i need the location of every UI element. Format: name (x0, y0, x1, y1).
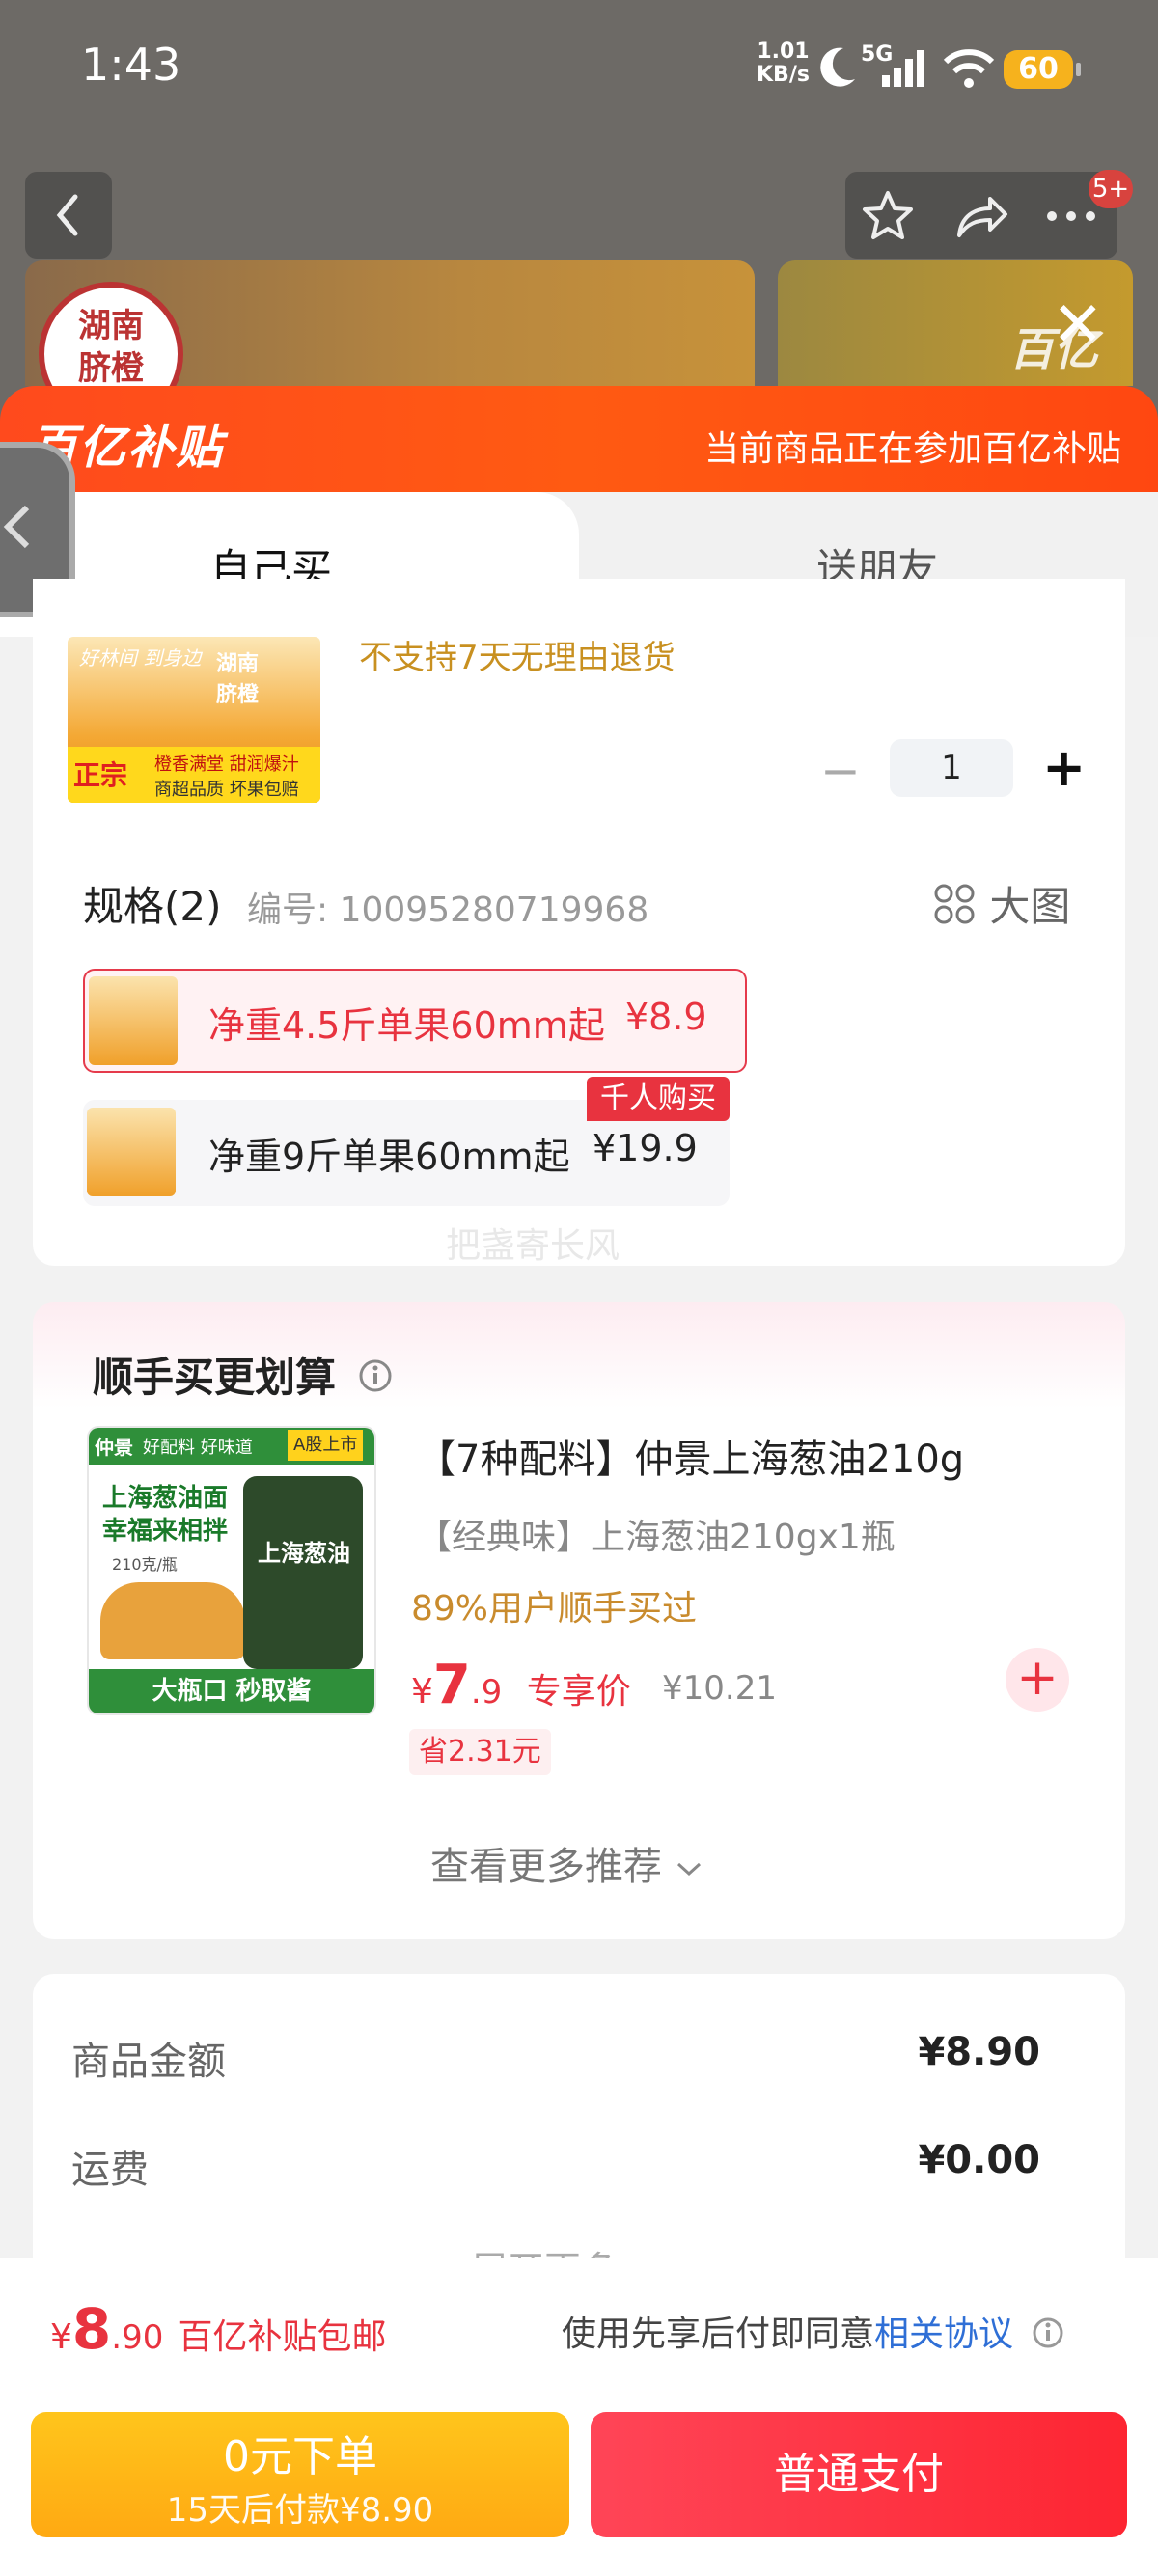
chevron-left-icon (56, 194, 78, 236)
see-more-recommendations[interactable]: 查看更多推荐 (430, 1835, 703, 1891)
thumb-slogan: 好林间 到身边 (79, 646, 202, 670)
shipping-label: 运费 (71, 2148, 149, 2192)
seal-line-2: 脐橙 (78, 349, 144, 388)
price-label: 专享价 (526, 1672, 631, 1712)
upsell-img-jar-label: 上海葱油 (258, 1540, 350, 1567)
upsell-img-listed: A股上市 (288, 1430, 364, 1461)
price-integer: 8 (71, 2296, 112, 2362)
upsell-original-price: ¥10.21 (662, 1669, 777, 1708)
price-symbol: ¥ (411, 1672, 433, 1712)
zero-down-order-button[interactable]: 0元下单 15天后付款¥8.90 (31, 2412, 569, 2537)
spec-option-4-5jin[interactable]: 净重4.5斤单果60mm起 ¥8.9 (83, 969, 747, 1073)
price-decimal: .9 (470, 1673, 503, 1712)
spec-title: 规格(2) (83, 883, 222, 930)
upsell-product-name[interactable]: 【7种配料】仲景上海葱油210g (417, 1428, 964, 1484)
moon-icon (820, 47, 855, 87)
grid-icon (934, 884, 975, 924)
upsell-img-brand: 仲景 (95, 1436, 133, 1459)
upsell-img-slogan: 好配料 好味道 (143, 1438, 253, 1458)
star-icon[interactable] (859, 187, 917, 245)
speed-unit: KB/s (757, 63, 810, 87)
quantity-input[interactable]: 1 (890, 739, 1013, 797)
signal-icon (882, 50, 924, 87)
big-image-button[interactable]: 大图 (932, 874, 1070, 933)
option-price: ¥19.9 (593, 1127, 698, 1169)
chevron-down-icon (676, 1862, 701, 1877)
footer-total-price: ¥8.90 百亿补贴包邮 (50, 2296, 386, 2362)
goods-amount-label: 商品金额 (71, 2040, 226, 2084)
bnpl-agreement: 使用先享后付即同意相关协议 (562, 2306, 1066, 2356)
normal-pay-label: 普通支付 (774, 2450, 944, 2499)
status-bar: 1:43 1.01 KB/s 5G 60 (0, 0, 1158, 135)
shipping-value: ¥0.00 (918, 2138, 1040, 2182)
upsell-product-desc: 【经典味】上海葱油210gx1瓶 (417, 1518, 896, 1557)
close-icon[interactable]: ✕ (1052, 289, 1104, 361)
goods-amount-value: ¥8.90 (918, 2030, 1040, 2074)
network-speed: 1.01 KB/s (757, 41, 810, 87)
share-icon[interactable] (951, 187, 1009, 245)
upsell-img-text: 上海葱油面 幸福来相拌 (102, 1484, 229, 1546)
see-more-label: 查看更多推荐 (430, 1845, 662, 1889)
wifi-icon (943, 49, 995, 88)
product-thumbnail: 好林间 到身边 湖南 脐橙 正宗 橙香满堂 甜润爆汁 商超品质 坏果包赔 (68, 637, 320, 803)
option-name: 净重4.5斤单果60mm起 (208, 1004, 605, 1047)
upsell-img-footer: 大瓶口 秒取酱 (89, 1669, 374, 1713)
thumb-tag-authentic: 正宗 (73, 759, 128, 791)
quantity-increase-button[interactable]: + (1042, 737, 1086, 798)
status-time: 1:43 (81, 39, 181, 91)
big-image-label: 大图 (989, 883, 1071, 930)
option-thumbnail (87, 1108, 176, 1196)
agreement-prefix: 使用先享后付即同意 (562, 2315, 875, 2354)
zero-down-subtitle: 15天后付款¥8.90 (166, 2491, 434, 2530)
upsell-img-weight: 210克/瓶 (112, 1555, 178, 1574)
option-price: ¥8.9 (625, 996, 707, 1038)
upsell-img-noodles (100, 1582, 245, 1659)
zero-down-title: 0元下单 (223, 2432, 377, 2481)
info-icon[interactable] (356, 1357, 395, 1395)
price-integer: 7 (432, 1654, 471, 1716)
quantity-decrease-button[interactable]: − (820, 743, 861, 799)
upsell-title: 顺手买更划算 (93, 1345, 395, 1404)
notification-badge: 5+ (1089, 170, 1133, 208)
option-thumbnail (89, 976, 178, 1065)
upsell-bought-rate: 89%用户顺手买过 (411, 1589, 698, 1629)
back-button[interactable] (25, 172, 112, 259)
battery-indicator: 60 (1004, 50, 1081, 89)
upsell-img-jar (243, 1476, 363, 1669)
speed-value: 1.01 (757, 40, 810, 64)
thumb-brand: 湖南 脐橙 (216, 652, 260, 707)
subsidy-note: 当前商品正在参加百亿补贴 (703, 429, 1121, 469)
normal-pay-button[interactable]: 普通支付 (591, 2412, 1127, 2537)
price-symbol: ¥ (50, 2317, 72, 2357)
thumb-tag-taste: 橙香满堂 甜润爆汁 (154, 754, 299, 775)
price-decimal: .90 (111, 2318, 164, 2357)
top-actions-group (845, 172, 1117, 259)
option-name: 净重9斤单果60mm起 (208, 1136, 570, 1178)
agreement-link[interactable]: 相关协议 (874, 2315, 1013, 2354)
upsell-price: ¥7.9 专享价 (411, 1654, 631, 1716)
info-icon[interactable] (1030, 2315, 1066, 2351)
return-policy: 不支持7天无理由退货 (359, 639, 676, 677)
watermark-text: 把盏寄长风 (446, 1226, 620, 1266)
popular-tag: 千人购买 (587, 1077, 730, 1121)
upsell-savings-badge: 省2.31元 (409, 1729, 551, 1775)
thumb-tag-quality: 商超品质 坏果包赔 (154, 780, 299, 800)
product-code: 编号: 10095280719968 (247, 891, 649, 930)
upsell-title-text: 顺手买更划算 (93, 1354, 337, 1401)
seal-line-1: 湖南 (78, 307, 144, 345)
price-note: 百亿补贴包邮 (178, 2317, 387, 2357)
upsell-product-image[interactable]: 仲景 好配料 好味道 A股上市 上海葱油面 幸福来相拌 210克/瓶 上海葱油 … (87, 1426, 376, 1715)
add-upsell-button[interactable]: + (1006, 1648, 1069, 1712)
